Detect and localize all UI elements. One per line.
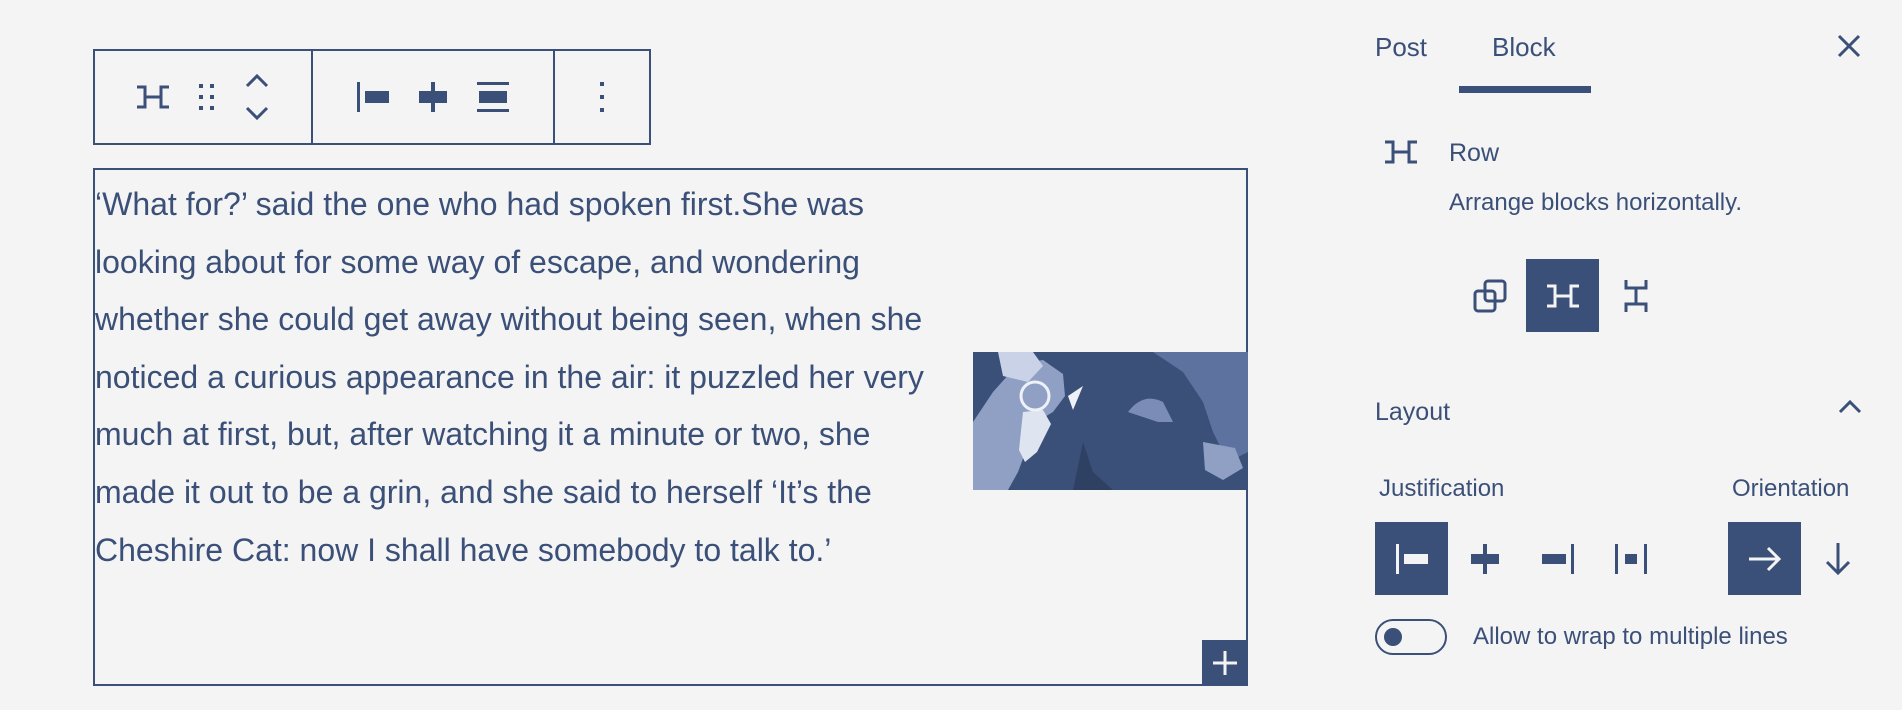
plus-icon xyxy=(1212,650,1237,675)
more-options-icon[interactable] xyxy=(598,80,606,114)
settings-sidebar: Post Block Row Arrange blocks horizontal… xyxy=(1335,0,1902,710)
justify-right-icon xyxy=(1541,543,1574,574)
justify-space-between-button[interactable] xyxy=(1594,522,1667,595)
tab-block[interactable]: Block xyxy=(1492,32,1556,63)
wrap-toggle[interactable]: Allow to wrap to multiple lines xyxy=(1375,619,1788,655)
close-icon xyxy=(1837,34,1861,58)
row-block[interactable]: ‘What for?’ said the one who had spoken … xyxy=(93,168,1248,686)
stack-icon xyxy=(1624,279,1647,312)
paragraph-block[interactable]: ‘What for?’ said the one who had spoken … xyxy=(95,176,935,579)
block-toolbar xyxy=(93,49,651,145)
image-block[interactable] xyxy=(973,352,1248,490)
justify-center-button[interactable] xyxy=(1448,522,1521,595)
row-icon[interactable] xyxy=(135,84,171,110)
toolbar-group-justify xyxy=(311,51,553,143)
drag-handle-icon[interactable] xyxy=(197,82,217,112)
block-variations xyxy=(1453,259,1672,332)
block-card-title: Row xyxy=(1449,139,1500,167)
row-variation-button[interactable] xyxy=(1526,259,1599,332)
justify-left-icon[interactable] xyxy=(355,80,391,114)
tab-post[interactable]: Post xyxy=(1375,32,1427,63)
layout-panel-title[interactable]: Layout xyxy=(1375,398,1450,427)
justify-center-icon[interactable] xyxy=(415,80,451,114)
block-card-description: Arrange blocks horizontally. xyxy=(1449,189,1743,216)
sidebar-tabs: Post Block xyxy=(1335,0,1902,96)
toolbar-group-block xyxy=(95,51,311,143)
justification-options xyxy=(1375,522,1667,595)
orientation-options xyxy=(1728,522,1874,595)
wrap-label: Allow to wrap to multiple lines xyxy=(1473,623,1788,650)
row-icon xyxy=(1546,284,1579,307)
layout-panel-toggle[interactable] xyxy=(1837,399,1863,420)
wrap-switch[interactable] xyxy=(1375,619,1447,655)
stack-variation-button[interactable] xyxy=(1599,259,1672,332)
orientation-horizontal-button[interactable] xyxy=(1728,522,1801,595)
orientation-label: Orientation xyxy=(1732,475,1850,502)
justify-left-icon xyxy=(1395,543,1428,574)
active-tab-indicator xyxy=(1459,86,1591,93)
chevron-up-icon xyxy=(1838,399,1862,414)
move-up-down-icon[interactable] xyxy=(243,72,271,122)
arrow-down-icon xyxy=(1825,542,1850,575)
switch-knob xyxy=(1384,628,1402,646)
close-sidebar-button[interactable] xyxy=(1836,33,1862,64)
justification-label: Justification xyxy=(1379,475,1505,502)
justify-center-icon xyxy=(1470,543,1499,574)
row-icon xyxy=(1383,139,1419,170)
orientation-vertical-button[interactable] xyxy=(1801,522,1874,595)
duotone-illustration xyxy=(973,352,1248,490)
group-variation-button[interactable] xyxy=(1453,259,1526,332)
arrow-right-icon xyxy=(1748,546,1781,571)
add-block-button[interactable] xyxy=(1202,640,1247,685)
justify-right-button[interactable] xyxy=(1521,522,1594,595)
justify-stretch-icon[interactable] xyxy=(475,80,511,114)
toolbar-group-more xyxy=(553,51,649,143)
justify-space-between-icon xyxy=(1614,543,1647,574)
group-icon xyxy=(1473,279,1506,312)
editor-canvas: ‘What for?’ said the one who had spoken … xyxy=(0,0,1902,710)
justify-left-button[interactable] xyxy=(1375,522,1448,595)
